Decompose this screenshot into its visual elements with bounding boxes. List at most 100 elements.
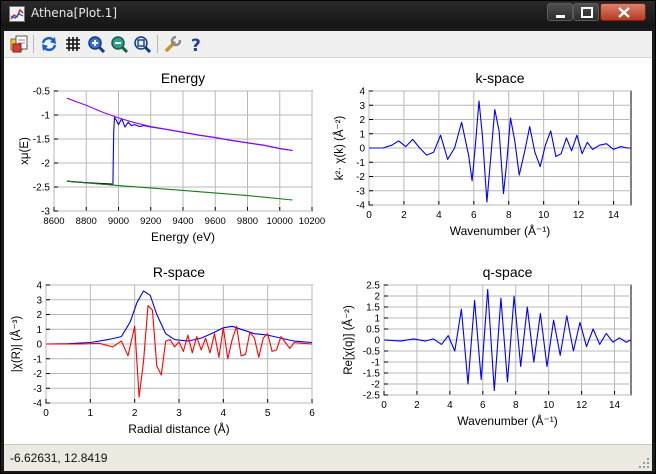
zoom-out-icon[interactable] [110, 35, 128, 53]
window-title: Athena[Plot.1] [31, 6, 118, 20]
chart-title: R-space [153, 264, 205, 280]
y-tick-label: -1 [371, 358, 380, 369]
x-tick-label: 10 [543, 400, 555, 411]
toolbar-separator [33, 35, 34, 53]
y-tick-label: -1.5 [33, 135, 51, 146]
y-tick-label: 0 [36, 340, 42, 351]
x-tick-label: 5 [265, 408, 271, 419]
y-tick-label: 0 [374, 336, 380, 347]
x-tick-label: 2 [132, 408, 138, 419]
refresh-icon[interactable] [40, 35, 58, 53]
grid-icon[interactable] [64, 35, 82, 53]
close-button[interactable] [600, 3, 646, 21]
x-tick-label: 1 [88, 408, 94, 419]
y-tick-label: 2 [36, 310, 42, 321]
x-axis-label: Wavenumber (Å⁻¹) [450, 223, 551, 238]
y-tick-label: -4 [33, 399, 42, 410]
cursor-coordinates: -6.62631, 12.8419 [10, 451, 108, 465]
x-tick-label: 6 [471, 210, 477, 221]
x-tick-label: 4 [436, 210, 442, 221]
y-tick-label: 3 [36, 295, 42, 306]
y-tick-label: -3 [356, 186, 365, 197]
y-tick-label: 1 [374, 314, 380, 325]
y-tick-label: 2 [374, 292, 380, 303]
y-axis-label: Re[χ(q)] (Å⁻²) [342, 305, 355, 375]
x-tick-label: 6 [480, 400, 486, 411]
x-tick-label: 9200 [140, 216, 161, 227]
y-tick-label: -0.5 [33, 87, 51, 98]
x-tick-label: 9400 [172, 216, 193, 227]
maximize-icon [581, 7, 593, 18]
close-icon [618, 7, 630, 18]
minimize-button[interactable] [547, 3, 573, 21]
toolbar-separator [157, 35, 158, 53]
x-tick-label: 0 [43, 408, 49, 419]
minimize-icon [556, 15, 565, 18]
y-tick-label: 4 [359, 87, 365, 98]
chart-title: q-space [483, 264, 533, 280]
y-tick-label: 1 [36, 325, 42, 336]
y-tick-label: -1 [33, 354, 42, 365]
y-tick-label: 4 [36, 281, 42, 292]
x-tick-label: 8600 [43, 216, 64, 227]
x-tick-label: 8800 [76, 216, 97, 227]
y-tick-label: 0 [359, 144, 365, 155]
title-bar[interactable]: Athena[Plot.1] [1, 1, 655, 27]
y-tick-label: -3 [41, 207, 50, 218]
y-tick-label: -1 [41, 111, 50, 122]
y-axis-label: k²· χ(k) (Å⁻²) [333, 116, 346, 181]
x-tick-label: 9600 [205, 216, 226, 227]
x-axis-label: Radial distance (Å) [128, 421, 229, 436]
chart-0: 8600 8800 9000 9200 9400 9600 9800 10000 10200 -0… [19, 70, 325, 244]
x-tick-label: 14 [609, 400, 621, 411]
y-tick-label: 1.5 [366, 303, 380, 314]
y-axis-label: |χ(R)| (Å⁻³) [10, 316, 23, 373]
chart-1: 0 2 4 6 8 10 12 1443210-1-2-3-4k-spaceWavenumbe… [333, 70, 632, 238]
y-tick-label: 0.5 [366, 325, 380, 336]
x-tick-label: 9000 [108, 216, 129, 227]
y-axis-label: xμ(E) [19, 137, 31, 165]
x-tick-label: 0 [366, 210, 372, 221]
chart-title: k-space [475, 70, 524, 86]
y-tick-label: -2 [356, 172, 365, 183]
chart-2: 0 1 2 3 4 5 6 4 3 2 1 0 -1 -2 -3 -4 R-space Radial distan… [10, 264, 315, 436]
plot-area: 8600 8800 9000 9200 9400 9600 9800 10000 10200 -0… [4, 58, 652, 444]
maximize-button[interactable] [573, 3, 599, 21]
x-tick-label: 3 [176, 408, 182, 419]
chart-3: 0 2 4 6 8 10 12 142.521.510.50-0.5-1-1.5-2-2.5q… [342, 264, 632, 428]
y-tick-label: 3 [359, 101, 365, 112]
app-icon [9, 6, 25, 22]
x-tick-label: 0 [381, 400, 387, 411]
y-tick-label: -3 [33, 384, 42, 395]
x-tick-label: 2 [414, 400, 420, 411]
y-tick-label: -2 [33, 369, 42, 380]
y-tick-label: 1 [359, 129, 365, 140]
x-axis-label: Energy (eV) [151, 230, 215, 244]
y-tick-label: -2 [371, 380, 380, 391]
x-tick-label: 10200 [299, 216, 325, 227]
y-tick-label: 2.5 [366, 281, 380, 292]
resize-grip-icon[interactable] [638, 457, 650, 469]
settings-icon[interactable] [164, 35, 182, 53]
x-axis-label: Wavenumber (Å⁻¹) [457, 413, 558, 428]
y-tick-label: -1.5 [363, 369, 381, 380]
open-icon[interactable] [10, 35, 28, 53]
help-icon[interactable]: ? [187, 35, 205, 53]
status-bar: -6.62631, 12.8419 [4, 444, 652, 471]
y-tick-label: -2 [41, 159, 50, 170]
y-tick-label: -2.5 [33, 183, 51, 194]
y-tick-label: -4 [356, 201, 365, 212]
plots-svg[interactable]: 8600 8800 9000 9200 9400 9600 9800 10000 10200-0… [4, 58, 652, 444]
zoom-in-icon[interactable] [87, 35, 105, 53]
x-tick-label: 6 [309, 408, 315, 419]
chart-title: Energy [161, 70, 205, 86]
y-tick-label: -0.5 [363, 347, 381, 358]
y-tick-label: -2.5 [363, 391, 381, 402]
x-tick-label: 8 [506, 210, 512, 221]
y-tick-label: -1 [356, 158, 365, 169]
y-tick-label: 2 [359, 115, 365, 126]
zoom-fit-icon[interactable] [133, 35, 151, 53]
x-tick-label: 9800 [237, 216, 258, 227]
x-tick-label: 10000 [267, 216, 293, 227]
athena-plot-window: Athena[Plot.1] ? 8600 8800 9000 9200 940… [0, 0, 656, 474]
